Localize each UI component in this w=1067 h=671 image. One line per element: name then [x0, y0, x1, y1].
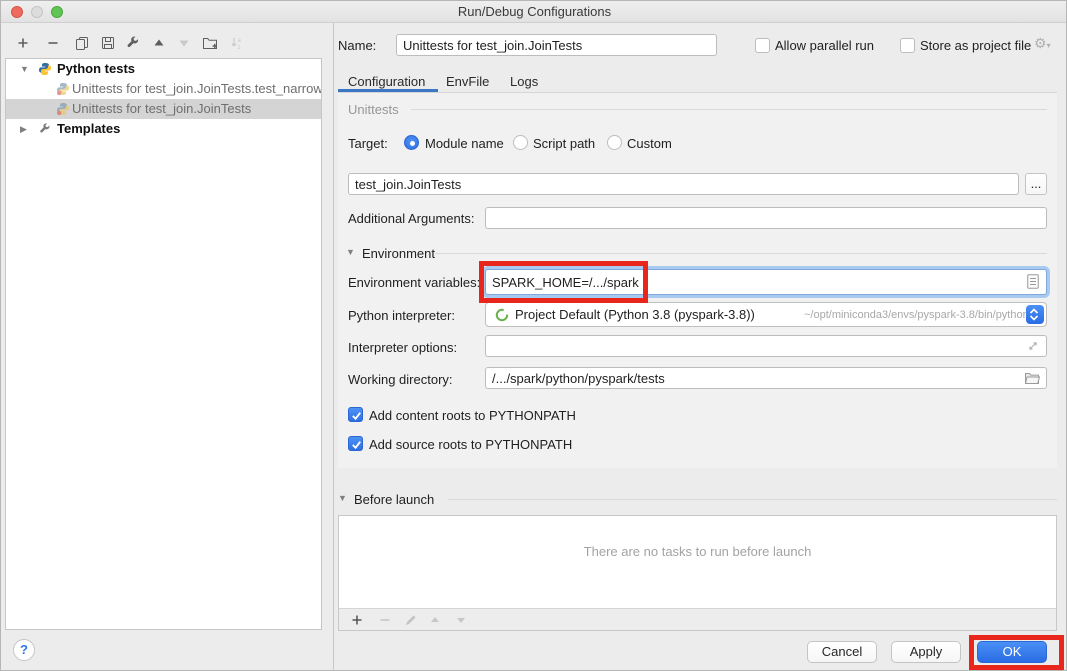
environment-collapse-icon[interactable]: ▼ — [346, 247, 355, 257]
panel-splitter[interactable] — [333, 23, 334, 671]
radio-module-name-label[interactable]: Module name — [425, 136, 504, 152]
add-content-roots-label[interactable]: Add content roots to PYTHONPATH — [369, 408, 576, 424]
chevron-open-icon[interactable]: ▼ — [20, 59, 29, 79]
section-divider — [435, 253, 1047, 254]
working-directory-input[interactable] — [485, 367, 1047, 389]
move-task-up-icon[interactable] — [427, 612, 443, 628]
move-up-icon[interactable] — [151, 35, 167, 51]
tree-item-unittests-test-narrow[interactable]: Unittests for test_join.JoinTests.test_n… — [6, 79, 321, 99]
store-options-gear-icon[interactable]: ⚙▾ — [1034, 35, 1051, 52]
help-button[interactable]: ? — [13, 639, 35, 661]
unittests-section-title: Unittests — [348, 102, 399, 118]
store-as-project-file-label[interactable]: Store as project file — [920, 38, 1031, 54]
before-launch-toolbar — [339, 608, 1056, 630]
expand-field-icon[interactable] — [1026, 339, 1040, 356]
edit-templates-icon[interactable] — [125, 35, 141, 51]
interpreter-options-label: Interpreter options: — [348, 340, 457, 356]
chevron-closed-icon[interactable]: ▶ — [20, 119, 27, 139]
remove-task-icon[interactable] — [377, 612, 393, 628]
apply-button[interactable]: Apply — [891, 641, 961, 663]
environment-variables-input[interactable] — [485, 269, 1047, 295]
working-directory-label: Working directory: — [348, 372, 453, 388]
browse-target-button[interactable]: ... — [1025, 173, 1047, 195]
tree-item-label[interactable]: Templates — [57, 119, 120, 139]
save-configuration-icon[interactable] — [100, 35, 116, 51]
add-content-roots-checkbox[interactable] — [348, 407, 363, 422]
copy-configuration-icon[interactable] — [74, 35, 90, 51]
name-label: Name: — [338, 38, 376, 54]
tree-item-python-tests[interactable]: ▼ Python tests — [6, 59, 321, 79]
target-label: Target: — [348, 136, 388, 152]
titlebar: Run/Debug Configurations — [1, 1, 1067, 23]
section-divider — [448, 499, 1057, 500]
move-task-down-icon[interactable] — [453, 612, 469, 628]
configurations-tree: ▼ Python tests Unittests for test_join.J… — [5, 58, 322, 630]
conda-env-icon — [495, 308, 509, 325]
sort-configurations-icon[interactable]: az — [229, 35, 245, 51]
cancel-button[interactable]: Cancel — [807, 641, 877, 663]
env-variables-list-icon[interactable] — [1027, 274, 1039, 292]
remove-configuration-icon[interactable] — [45, 35, 61, 51]
additional-arguments-label: Additional Arguments: — [348, 211, 474, 227]
section-divider — [411, 109, 1047, 110]
dropdown-stepper-icon[interactable] — [1026, 305, 1044, 324]
move-down-icon[interactable] — [176, 35, 192, 51]
add-source-roots-label[interactable]: Add source roots to PYTHONPATH — [369, 437, 572, 453]
tab-envfile[interactable]: EnvFile — [446, 72, 489, 92]
name-input[interactable] — [396, 34, 717, 56]
interpreter-options-input[interactable] — [485, 335, 1047, 357]
radio-module-name[interactable] — [404, 135, 419, 150]
target-input[interactable] — [348, 173, 1019, 195]
tree-item-unittests-jointests-selected[interactable]: Unittests for test_join.JoinTests — [6, 99, 321, 119]
allow-parallel-run-checkbox[interactable] — [755, 38, 770, 53]
additional-arguments-input[interactable] — [485, 207, 1047, 229]
radio-script-path-label[interactable]: Script path — [533, 136, 595, 152]
before-launch-task-list: There are no tasks to run before launch — [338, 515, 1057, 631]
tab-logs[interactable]: Logs — [510, 72, 538, 92]
interpreter-path: ~/opt/miniconda3/envs/pyspark-3.8/bin/py… — [804, 309, 1029, 321]
edit-task-icon[interactable] — [403, 612, 419, 628]
run-debug-configurations-dialog: Run/Debug Configurations az ▼ Python tes… — [0, 0, 1067, 671]
ok-button[interactable]: OK — [977, 641, 1047, 663]
radio-custom-label[interactable]: Custom — [627, 136, 672, 152]
folder-browse-icon[interactable] — [1024, 372, 1040, 388]
window-title: Run/Debug Configurations — [1, 1, 1067, 23]
python-interpreter-select[interactable]: Project Default (Python 3.8 (pyspark-3.8… — [485, 302, 1047, 327]
before-launch-collapse-icon[interactable]: ▼ — [338, 493, 347, 503]
store-as-project-file-checkbox[interactable] — [900, 38, 915, 53]
before-launch-empty-text: There are no tasks to run before launch — [339, 544, 1056, 559]
add-task-icon[interactable] — [349, 612, 365, 628]
svg-text:a: a — [238, 38, 242, 44]
create-folder-icon[interactable] — [202, 35, 218, 51]
allow-parallel-run-label[interactable]: Allow parallel run — [775, 38, 874, 54]
svg-text:z: z — [238, 45, 241, 51]
before-launch-header[interactable]: Before launch — [354, 492, 434, 508]
python-interpreter-label: Python interpreter: — [348, 308, 455, 324]
radio-custom[interactable] — [607, 135, 622, 150]
interpreter-name: Project Default (Python 3.8 (pyspark-3.8… — [515, 307, 755, 322]
wrench-icon — [38, 122, 52, 142]
tree-item-label[interactable]: Unittests for test_join.JoinTests — [72, 99, 251, 119]
environment-section-header[interactable]: Environment — [362, 246, 435, 262]
tree-item-label[interactable]: Python tests — [57, 59, 135, 79]
radio-script-path[interactable] — [513, 135, 528, 150]
add-configuration-icon[interactable] — [15, 35, 31, 51]
add-source-roots-checkbox[interactable] — [348, 436, 363, 451]
environment-variables-label: Environment variables: — [348, 275, 480, 291]
tree-item-label[interactable]: Unittests for test_join.JoinTests.test_n… — [72, 79, 322, 99]
tree-item-templates[interactable]: ▶ Templates — [6, 119, 321, 139]
